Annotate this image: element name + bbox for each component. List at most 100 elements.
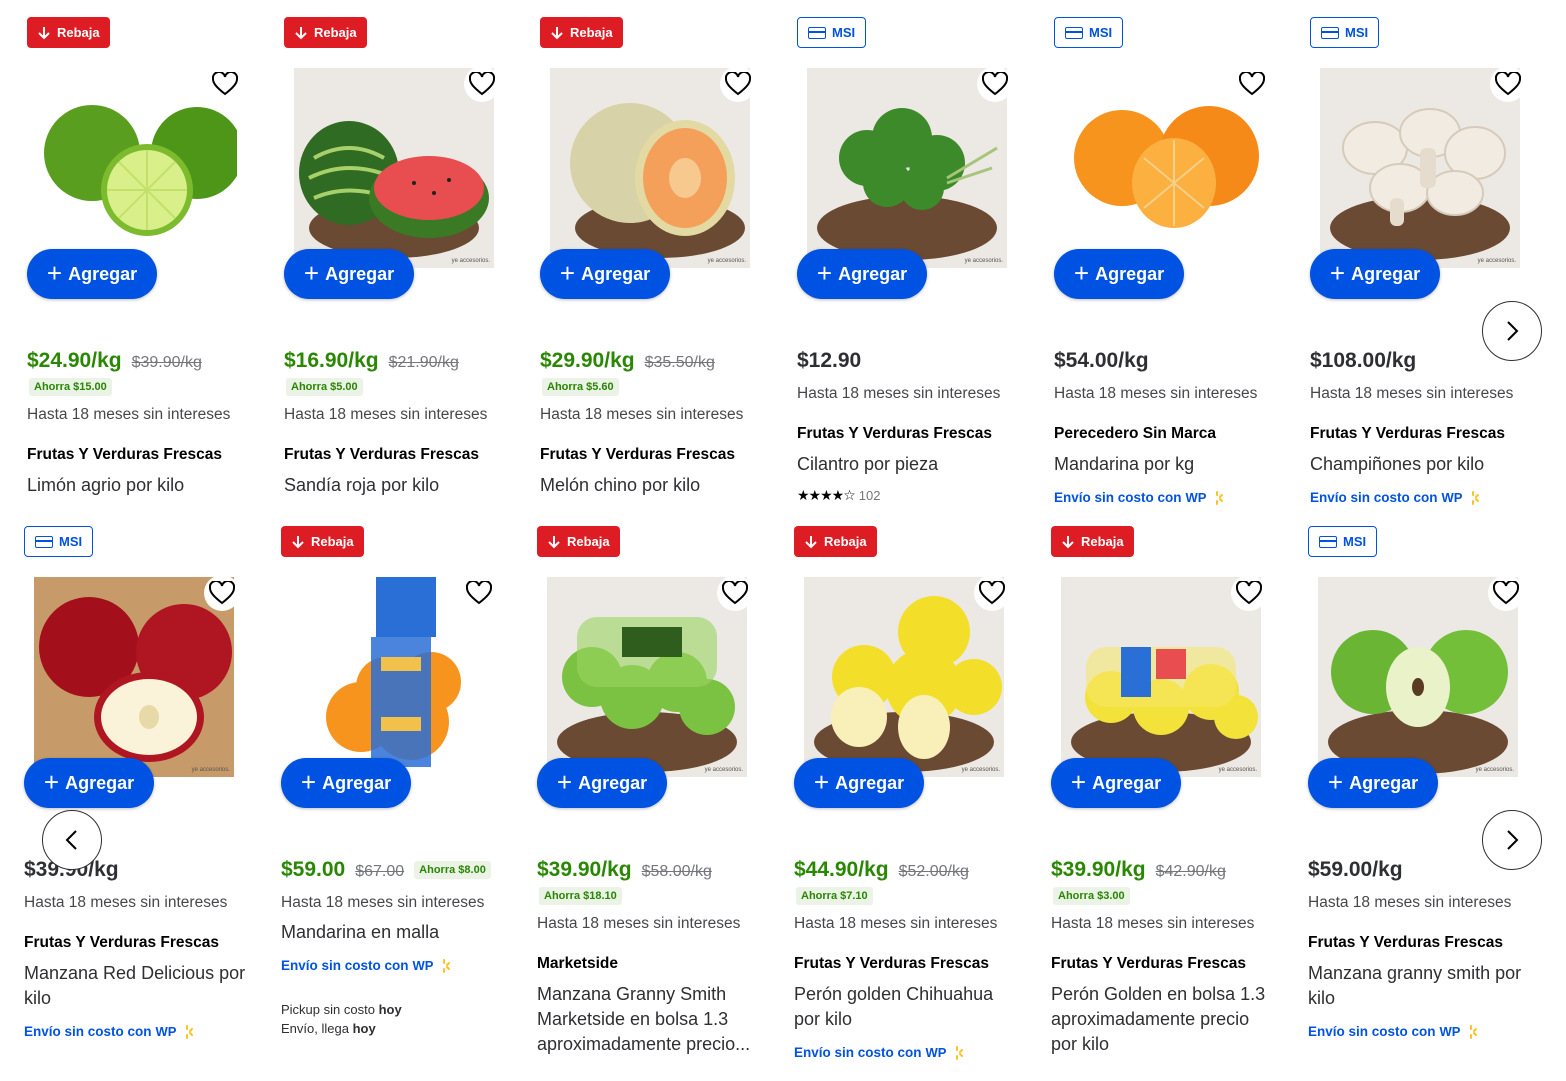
msi-text: Hasta 18 meses sin intereses — [537, 915, 741, 932]
pickup-line: Pickup sin costo hoy — [281, 1002, 402, 1017]
add-to-cart-button[interactable]: + Agregar — [1051, 758, 1181, 808]
brand-name: Perecedero Sin Marca — [1054, 425, 1216, 442]
product-name[interactable]: Limón agrio por kilo — [27, 473, 262, 498]
product-image-mandarin[interactable] — [1064, 68, 1264, 268]
product-image-mandarin-bag[interactable] — [291, 577, 491, 777]
product-card[interactable]: Rebaja ye accesorios. + Agregar $39.90/kg… — [1051, 509, 1291, 1054]
arrow-down-icon — [547, 535, 561, 549]
product-name[interactable]: Manzana Granny Smith Marketside en bolsa… — [537, 982, 757, 1057]
price-line: $59.00/kg — [1308, 858, 1403, 882]
current-price: $39.90/kg — [537, 858, 632, 881]
carousel-prev-button[interactable] — [42, 810, 102, 870]
star-rating-icon: ★★★★☆ — [797, 487, 856, 503]
product-name[interactable]: Mandarina en malla — [281, 920, 516, 945]
add-to-cart-button[interactable]: + Agregar — [797, 249, 927, 299]
product-card[interactable]: Rebaja + Agregar $59.00 $67.00 Ahorra $8.00… — [281, 509, 521, 1036]
current-price: $59.00 — [281, 858, 346, 881]
msi-text: Hasta 18 meses sin intereses — [540, 406, 744, 423]
free-shipping-label: Envío sin costo con WP — [1308, 1024, 1478, 1039]
product-card[interactable]: Rebaja ye accesorios. + Agregar $44.90/kg… — [794, 509, 1034, 1060]
current-price: $59.00/kg — [1308, 858, 1403, 881]
price-line: $16.90/kg $21.90/kg — [284, 349, 459, 373]
brand-name: Marketside — [537, 955, 618, 972]
brand-name: Frutas Y Verduras Frescas — [540, 446, 736, 463]
product-image-lime[interactable] — [37, 68, 237, 268]
carousel-next-button[interactable] — [1482, 810, 1542, 870]
favorite-heart-icon[interactable] — [1234, 66, 1270, 102]
product-image-cantaloupe[interactable]: ye accesorios. — [550, 68, 750, 268]
favorite-heart-icon[interactable] — [720, 66, 756, 102]
favorite-heart-icon[interactable] — [1488, 575, 1524, 611]
favorite-heart-icon[interactable] — [1231, 575, 1267, 611]
product-card[interactable]: MSI ye accesorios. + Agregar $108.00/kg H… — [1310, 0, 1550, 509]
msi-text: Hasta 18 meses sin intereses — [1054, 385, 1258, 402]
msi-text: Hasta 18 meses sin intereses — [797, 385, 1001, 402]
product-image-golden-apple-bag[interactable]: ye accesorios. — [1061, 577, 1261, 777]
product-name[interactable]: Manzana granny smith por kilo — [1308, 961, 1543, 1011]
product-image-granny-smith-bag[interactable]: ye accesorios. — [547, 577, 747, 777]
price-line: $59.00 $67.00 Ahorra $8.00 — [281, 858, 491, 882]
product-card[interactable]: Rebaja ye accesorios. + Agregar $39.90/kg… — [537, 509, 777, 1054]
plus-icon: + — [816, 257, 833, 288]
rebaja-badge: Rebaja — [537, 526, 620, 557]
product-image-red-apple[interactable]: ye accesorios. — [34, 577, 234, 777]
add-to-cart-button[interactable]: + Agregar — [24, 758, 154, 808]
was-price: $42.90/kg — [1155, 863, 1226, 880]
favorite-heart-icon[interactable] — [207, 66, 243, 102]
plus-icon: + — [1073, 257, 1090, 288]
product-name[interactable]: Sandía roja por kilo — [284, 473, 519, 498]
product-name[interactable]: Champiñones por kilo — [1310, 452, 1545, 477]
msi-text: Hasta 18 meses sin intereses — [1308, 894, 1512, 911]
price-line: $54.00/kg — [1054, 349, 1149, 373]
product-image-cilantro[interactable]: ye accesorios. — [807, 68, 1007, 268]
add-to-cart-button[interactable]: + Agregar — [1054, 249, 1184, 299]
product-name[interactable]: Mandarina por kg — [1054, 452, 1289, 477]
was-price: $35.50/kg — [644, 354, 715, 371]
free-shipping-label: Envío sin costo con WP — [1054, 490, 1224, 505]
favorite-heart-icon[interactable] — [1490, 66, 1526, 102]
plus-icon: + — [559, 257, 576, 288]
current-price: $16.90/kg — [284, 349, 379, 372]
product-name[interactable]: Cilantro por pieza — [797, 452, 1032, 477]
add-to-cart-button[interactable]: + Agregar — [1308, 758, 1438, 808]
favorite-heart-icon[interactable] — [717, 575, 753, 611]
product-card[interactable]: MSI + Agregar $54.00/kg Hasta 18 meses si… — [1054, 0, 1294, 509]
add-to-cart-button[interactable]: + Agregar — [794, 758, 924, 808]
product-card[interactable]: MSI ye accesorios. + Agregar $12.90 Hasta… — [797, 0, 1037, 509]
arrow-down-icon — [294, 26, 308, 40]
product-card[interactable]: Rebaja ye accesorios. + Agregar $16.90/kg… — [284, 0, 524, 509]
spark-icon — [956, 1045, 964, 1060]
favorite-heart-icon[interactable] — [461, 575, 497, 611]
product-name[interactable]: Perón golden Chihuahua por kilo — [794, 982, 1009, 1032]
current-price: $39.90/kg — [1051, 858, 1146, 881]
msi-text: Hasta 18 meses sin intereses — [281, 894, 485, 911]
add-to-cart-button[interactable]: + Agregar — [27, 249, 157, 299]
product-name[interactable]: Perón Golden en bolsa 1.3 aproximadament… — [1051, 982, 1266, 1057]
product-image-golden-apple[interactable]: ye accesorios. — [804, 577, 1004, 777]
product-card[interactable]: MSI ye accesorios. +Agregar $39.90/kg Ha… — [24, 509, 264, 1039]
spark-icon — [1472, 490, 1480, 505]
carousel-next-button[interactable] — [1482, 301, 1542, 361]
add-to-cart-button[interactable]: + Agregar — [284, 249, 414, 299]
product-card[interactable]: MSI ye accesorios. + Agregar $59.00/kg Ha… — [1308, 509, 1548, 1039]
favorite-heart-icon[interactable] — [464, 66, 500, 102]
add-to-cart-button[interactable]: + Agregar — [540, 249, 670, 299]
chevron-right-icon — [1507, 321, 1519, 341]
product-image-mushrooms[interactable]: ye accesorios. — [1320, 68, 1520, 268]
product-image-granny-smith[interactable]: ye accesorios. — [1318, 577, 1518, 777]
savings-badge: Ahorra $18.10 — [539, 887, 622, 905]
product-name[interactable]: Melón chino por kilo — [540, 473, 775, 498]
product-card[interactable]: Rebaja + Agregar $24.90/kg $39.90/kg Ahorr… — [27, 0, 267, 509]
add-to-cart-button[interactable]: + Agregar — [281, 758, 411, 808]
product-name[interactable]: Manzana Red Delicious por kilo — [24, 961, 259, 1011]
product-card[interactable]: Rebaja ye accesorios. + Agregar $29.90/kg… — [540, 0, 780, 509]
favorite-heart-icon[interactable] — [974, 575, 1010, 611]
rebaja-badge: Rebaja — [1051, 526, 1134, 557]
favorite-heart-icon[interactable] — [977, 66, 1013, 102]
favorite-heart-icon[interactable] — [204, 575, 240, 611]
msi-badge: MSI — [1308, 526, 1378, 557]
add-to-cart-button[interactable]: + Agregar — [537, 758, 667, 808]
msi-text: Hasta 18 meses sin intereses — [27, 406, 231, 423]
add-to-cart-button[interactable]: + Agregar — [1310, 249, 1440, 299]
product-image-watermelon[interactable]: ye accesorios. — [294, 68, 494, 268]
